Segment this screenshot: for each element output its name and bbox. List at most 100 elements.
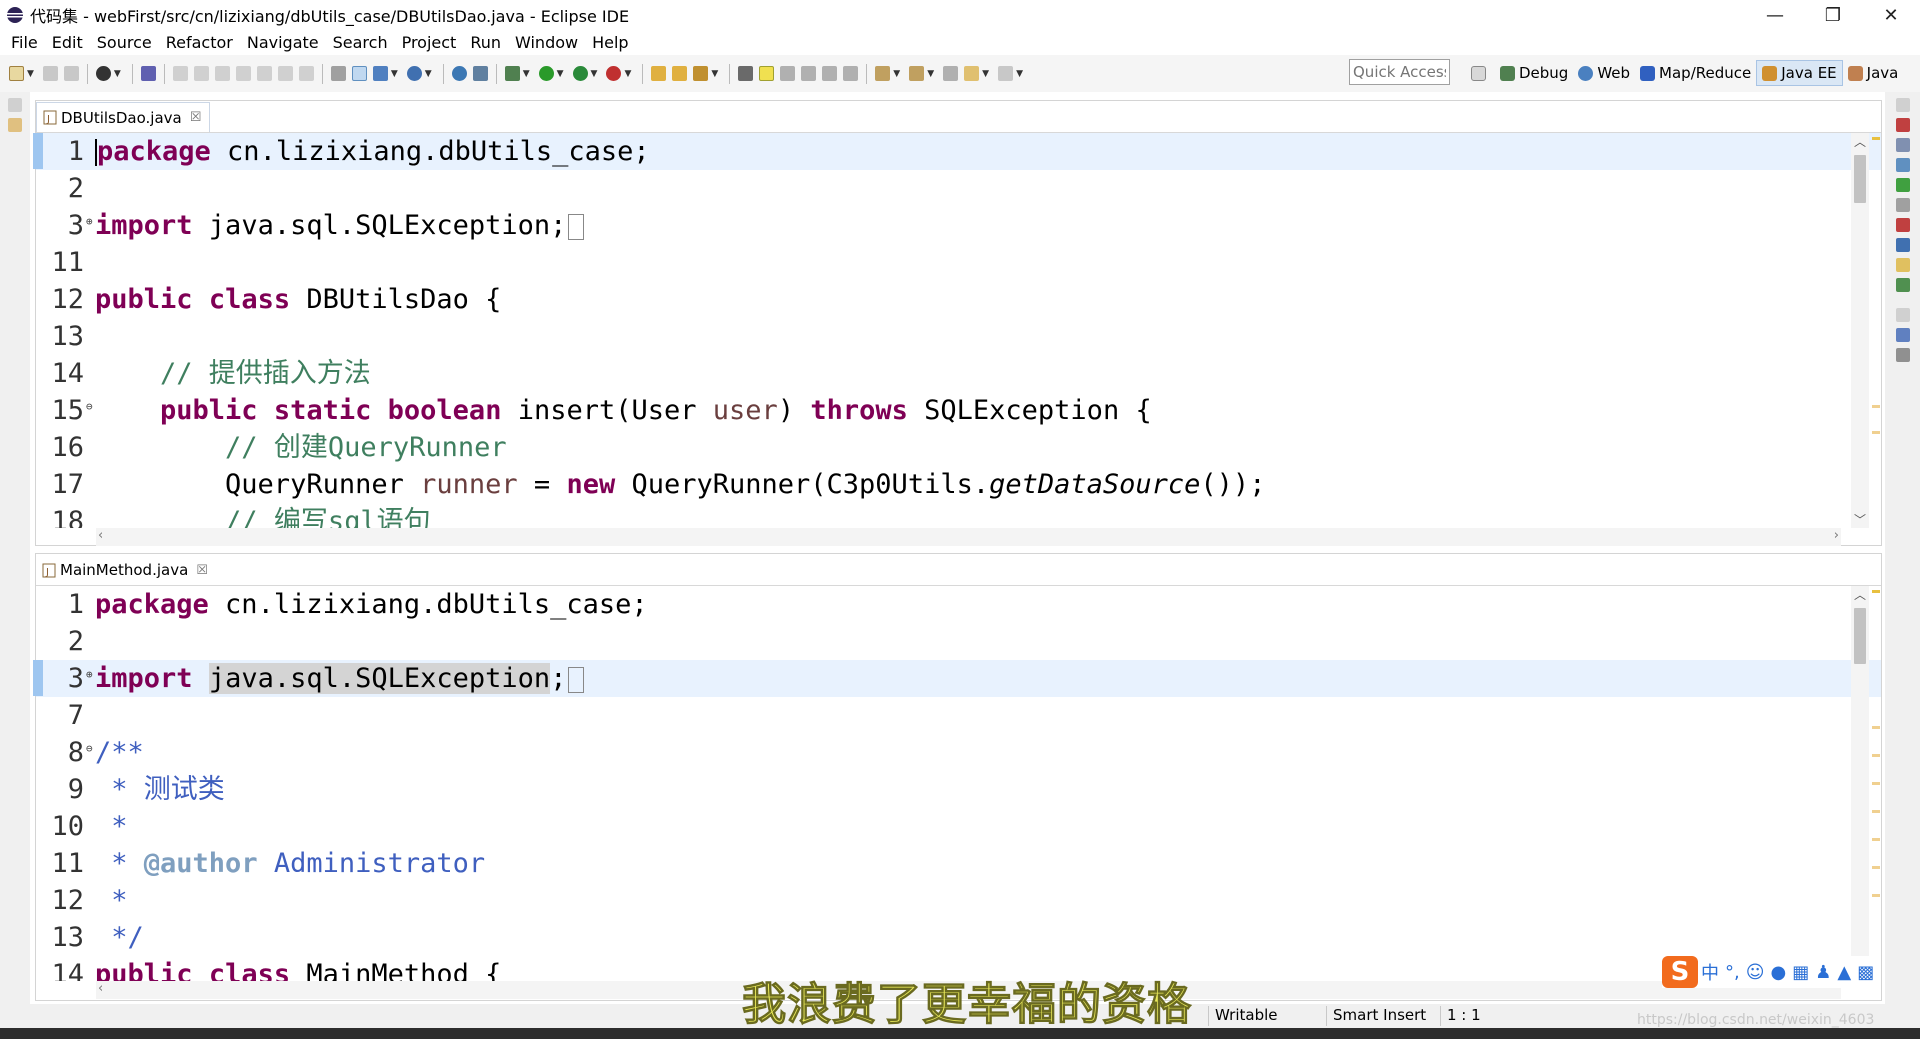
overview-mark[interactable]: [1872, 838, 1880, 841]
user-icon[interactable]: ♟: [1815, 962, 1831, 983]
line-text[interactable]: // 提供插入方法: [95, 355, 1881, 392]
fold-toggle-icon[interactable]: ⊕: [86, 207, 95, 244]
code-line[interactable]: 11: [36, 244, 1881, 281]
back-arrow-icon[interactable]: [964, 66, 980, 81]
code-area[interactable]: 1 package cn.lizixiang.dbUtils_case; 2 3 ⊕ im…: [36, 586, 1881, 981]
overview-mark[interactable]: [1872, 726, 1880, 729]
scroll-left-arrow-icon[interactable]: ‹: [98, 528, 103, 543]
forward-arrow-icon[interactable]: [998, 66, 1014, 81]
fold-toggle-icon[interactable]: ⊖: [86, 734, 95, 771]
perspective-web[interactable]: Web: [1573, 60, 1635, 86]
emoji-icon[interactable]: ☺: [1746, 962, 1765, 983]
mark-occurrences-icon[interactable]: [759, 66, 775, 81]
coverage-icon[interactable]: [572, 66, 588, 81]
code-line[interactable]: 16 // 创建QueryRunner: [36, 429, 1881, 466]
code-line[interactable]: 12 public class DBUtilsDao {: [36, 281, 1881, 318]
overview-mark[interactable]: [1872, 782, 1880, 785]
step-over-icon[interactable]: [277, 66, 293, 81]
toggle-ant-editor-icon[interactable]: [738, 66, 754, 81]
properties-icon[interactable]: [1895, 138, 1910, 152]
vertical-scrollbar[interactable]: ︿: [1851, 586, 1869, 981]
scroll-left-arrow-icon[interactable]: ‹: [98, 981, 103, 996]
overview-ruler[interactable]: [1871, 586, 1881, 981]
keyboard-icon[interactable]: ▦: [1792, 962, 1809, 983]
restore-icon[interactable]: [1895, 98, 1910, 112]
tab-dbutilsdao[interactable]: J DBUtilsDao.java ☒: [36, 102, 211, 132]
line-text[interactable]: * @author Administrator: [95, 845, 1881, 882]
code-line[interactable]: 13 */: [36, 919, 1881, 956]
open-perspective-button[interactable]: [1466, 60, 1495, 86]
fold-toggle-icon[interactable]: ⊖: [86, 392, 95, 429]
block-selection-icon[interactable]: [801, 66, 817, 81]
code-line[interactable]: 12 *: [36, 882, 1881, 919]
line-text[interactable]: /**: [95, 734, 1881, 771]
editor-mainmethod[interactable]: J MainMethod.java ☒ 1 package cn.lizixian…: [33, 553, 1882, 1001]
scroll-up-arrow-icon[interactable]: ︿: [1851, 133, 1869, 150]
open-web-browser-icon[interactable]: [472, 66, 488, 81]
search-torch-icon[interactable]: [693, 66, 709, 81]
code-area[interactable]: 1 package cn.lizixiang.dbUtils_case; 2 3 ⊕ im…: [36, 133, 1881, 528]
line-text[interactable]: *: [95, 882, 1881, 919]
menu-project[interactable]: Project: [395, 33, 464, 52]
terminate-icon[interactable]: [214, 66, 230, 81]
overview-mark[interactable]: [1872, 754, 1880, 757]
close-tab-icon[interactable]: ☒: [196, 563, 208, 578]
minimize-button[interactable]: —: [1746, 0, 1804, 30]
globe-icon[interactable]: [451, 66, 467, 81]
code-line[interactable]: 9 * 测试类: [36, 771, 1881, 808]
line-text[interactable]: // 创建QueryRunner: [95, 429, 1881, 466]
folded-region-icon[interactable]: [568, 213, 585, 240]
code-line[interactable]: 17 QueryRunner runner = new QueryRunner(…: [36, 466, 1881, 503]
chevron-down-icon[interactable]: ▼: [893, 69, 900, 79]
folded-region-icon[interactable]: [568, 666, 585, 693]
code-line[interactable]: 15 ⊖ public static boolean insert(User us…: [36, 392, 1881, 429]
line-text[interactable]: public class DBUtilsDao {: [95, 281, 1881, 318]
menu-file[interactable]: File: [4, 33, 45, 52]
restore-icon[interactable]: [8, 98, 22, 112]
code-line[interactable]: 3 ⊕ import java.sql.SQLException;: [36, 207, 1881, 244]
code-line[interactable]: 1 package cn.lizixiang.dbUtils_case;: [36, 586, 1881, 623]
menu-window[interactable]: Window: [508, 33, 585, 52]
problems-icon[interactable]: [1895, 218, 1910, 232]
line-text[interactable]: import java.sql.SQLException;: [95, 660, 1881, 697]
external-tools-icon[interactable]: [606, 66, 622, 81]
chevron-down-icon[interactable]: ▼: [27, 69, 34, 79]
overview-mark[interactable]: [1872, 137, 1880, 140]
chevron-down-icon[interactable]: ▼: [523, 69, 530, 79]
new-icon[interactable]: [9, 66, 24, 81]
code-line[interactable]: 7: [36, 697, 1881, 734]
overview-mark[interactable]: [1872, 431, 1880, 434]
debug-view-icon[interactable]: [1895, 278, 1910, 292]
next-annotation-icon[interactable]: [875, 66, 891, 81]
overview-mark[interactable]: [1872, 894, 1880, 897]
overview-mark[interactable]: [1872, 405, 1880, 408]
step-return-icon[interactable]: [298, 66, 314, 81]
suspend-icon[interactable]: [193, 66, 209, 81]
servers-icon[interactable]: [1895, 158, 1910, 172]
line-text[interactable]: * 测试类: [95, 771, 1881, 808]
chevron-down-icon[interactable]: ▼: [391, 69, 398, 79]
perspective-map-reduce[interactable]: Map/Reduce: [1635, 60, 1756, 86]
line-text[interactable]: [95, 623, 1881, 660]
pilcrow-icon[interactable]: [843, 66, 859, 81]
chevron-down-icon[interactable]: ▼: [982, 69, 989, 79]
menu-run[interactable]: Run: [463, 33, 508, 52]
show-whitespace-icon[interactable]: [822, 66, 838, 81]
editor-dbutilsdao[interactable]: J DBUtilsDao.java ☒ 1 package cn.lizixian…: [33, 100, 1882, 546]
line-text[interactable]: package cn.lizixiang.dbUtils_case;: [95, 586, 1881, 623]
tab-mainmethod[interactable]: J MainMethod.java ☒: [36, 555, 216, 585]
scroll-down-arrow-icon[interactable]: ﹀: [1851, 511, 1869, 528]
code-line[interactable]: 2: [36, 623, 1881, 660]
console-icon[interactable]: [1895, 238, 1910, 252]
search-view-icon[interactable]: [1895, 258, 1910, 272]
code-line[interactable]: 18 // 编写sql语句: [36, 503, 1881, 528]
code-line[interactable]: 1 package cn.lizixiang.dbUtils_case;: [36, 133, 1881, 170]
skin-icon[interactable]: ▲: [1837, 962, 1851, 983]
code-line[interactable]: 11 * @author Administrator: [36, 845, 1881, 882]
new-server-icon[interactable]: [372, 66, 388, 81]
code-line[interactable]: 10 *: [36, 808, 1881, 845]
line-text[interactable]: [95, 318, 1881, 355]
line-text[interactable]: *: [95, 808, 1881, 845]
sogou-logo-icon[interactable]: S: [1662, 956, 1698, 988]
code-line[interactable]: 3 ⊕ import java.sql.SQLException;: [36, 660, 1881, 697]
